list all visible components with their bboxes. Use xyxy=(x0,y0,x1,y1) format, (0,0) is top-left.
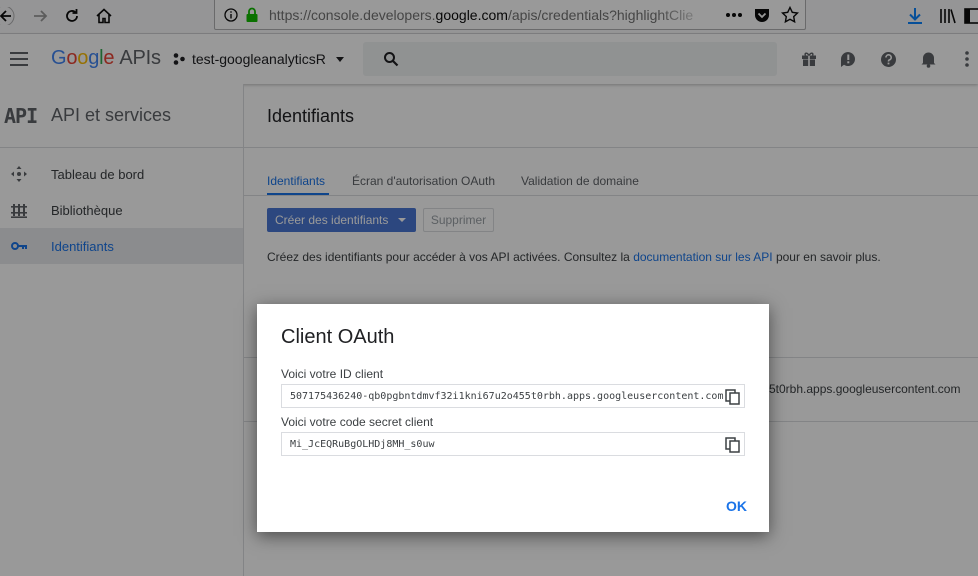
client-secret-label: Voici votre code secret client xyxy=(281,415,434,429)
page: https://console.developers.google.com/ap… xyxy=(0,0,978,576)
client-secret-field[interactable]: Mi_JcEQRuBgOLHDj8MH_s0uw xyxy=(281,432,745,456)
oauth-client-dialog: Client OAuth Voici votre ID client 50717… xyxy=(257,304,769,532)
client-id-value: 507175436240-qb0pgbntdmvf32i1kni67u2o455… xyxy=(290,391,724,402)
client-secret-value: Mi_JcEQRuBgOLHDj8MH_s0uw xyxy=(290,439,435,450)
dialog-title: Client OAuth xyxy=(281,326,395,348)
ok-button[interactable]: OK xyxy=(726,498,747,514)
client-id-label: Voici votre ID client xyxy=(281,367,384,381)
copy-icon[interactable] xyxy=(725,437,741,453)
copy-icon[interactable] xyxy=(725,389,741,405)
client-id-field[interactable]: 507175436240-qb0pgbntdmvf32i1kni67u2o455… xyxy=(281,384,745,408)
